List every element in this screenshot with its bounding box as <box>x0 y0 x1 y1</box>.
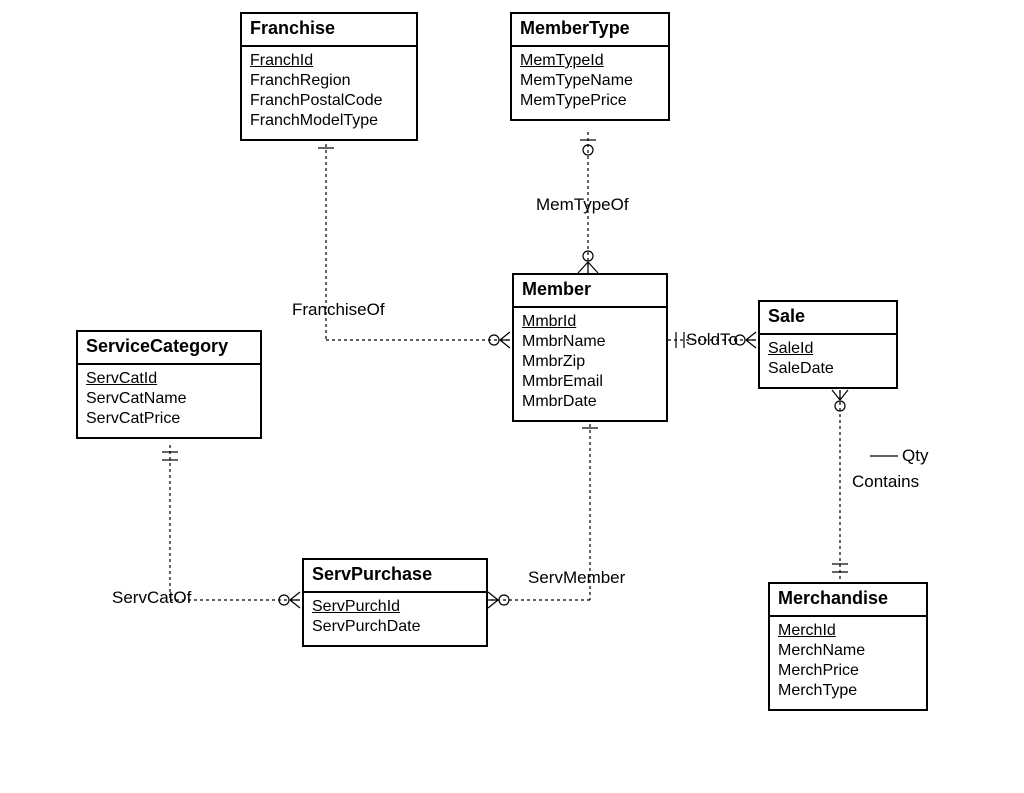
entity-servpurchase: ServPurchase ServPurchId ServPurchDate <box>302 558 488 647</box>
rel-attr-qty: Qty <box>902 446 928 466</box>
entity-sale: Sale SaleId SaleDate <box>758 300 898 389</box>
er-diagram-canvas: Franchise FranchId FranchRegion FranchPo… <box>0 0 1024 793</box>
attr: FranchPostalCode <box>250 91 408 111</box>
entity-title: MemberType <box>512 14 668 47</box>
attr: ServCatPrice <box>86 409 252 429</box>
attr: MerchPrice <box>778 661 918 681</box>
attr: ServCatName <box>86 389 252 409</box>
rel-label-servmember: ServMember <box>528 568 625 588</box>
entity-title: Sale <box>760 302 896 335</box>
entity-attrs: MerchId MerchName MerchPrice MerchType <box>770 617 926 709</box>
entity-title: ServPurchase <box>304 560 486 593</box>
rel-label-memtypeof: MemTypeOf <box>536 195 629 215</box>
attr: FranchModelType <box>250 111 408 131</box>
rel-label-soldto: SoldTo <box>686 330 738 350</box>
attr: ServPurchDate <box>312 617 478 637</box>
attr-pk: MerchId <box>778 621 918 641</box>
attr: MerchType <box>778 681 918 701</box>
attr-pk: FranchId <box>250 51 408 71</box>
entity-title: Franchise <box>242 14 416 47</box>
attr-pk: SaleId <box>768 339 888 359</box>
entity-title: Member <box>514 275 666 308</box>
attr: MmbrName <box>522 332 658 352</box>
attr-pk: ServPurchId <box>312 597 478 617</box>
entity-merchandise: Merchandise MerchId MerchName MerchPrice… <box>768 582 928 711</box>
attr: MmbrDate <box>522 392 658 412</box>
attr: MmbrEmail <box>522 372 658 392</box>
attr: MmbrZip <box>522 352 658 372</box>
attr-pk: ServCatId <box>86 369 252 389</box>
entity-membertype: MemberType MemTypeId MemTypeName MemType… <box>510 12 670 121</box>
attr: MemTypeName <box>520 71 660 91</box>
rel-label-contains: Contains <box>852 472 919 492</box>
entity-servicecategory: ServiceCategory ServCatId ServCatName Se… <box>76 330 262 439</box>
entity-attrs: FranchId FranchRegion FranchPostalCode F… <box>242 47 416 139</box>
rel-label-servcatof: ServCatOf <box>112 588 191 608</box>
attr: SaleDate <box>768 359 888 379</box>
entity-attrs: MmbrId MmbrName MmbrZip MmbrEmail MmbrDa… <box>514 308 666 420</box>
entity-attrs: SaleId SaleDate <box>760 335 896 387</box>
entity-franchise: Franchise FranchId FranchRegion FranchPo… <box>240 12 418 141</box>
attr: MemTypePrice <box>520 91 660 111</box>
attr: MerchName <box>778 641 918 661</box>
entity-title: ServiceCategory <box>78 332 260 365</box>
entity-title: Merchandise <box>770 584 926 617</box>
entity-attrs: MemTypeId MemTypeName MemTypePrice <box>512 47 668 119</box>
attr-pk: MmbrId <box>522 312 658 332</box>
rel-label-franchiseof: FranchiseOf <box>292 300 385 320</box>
attr-pk: MemTypeId <box>520 51 660 71</box>
attr: FranchRegion <box>250 71 408 91</box>
entity-member: Member MmbrId MmbrName MmbrZip MmbrEmail… <box>512 273 668 422</box>
entity-attrs: ServPurchId ServPurchDate <box>304 593 486 645</box>
entity-attrs: ServCatId ServCatName ServCatPrice <box>78 365 260 437</box>
